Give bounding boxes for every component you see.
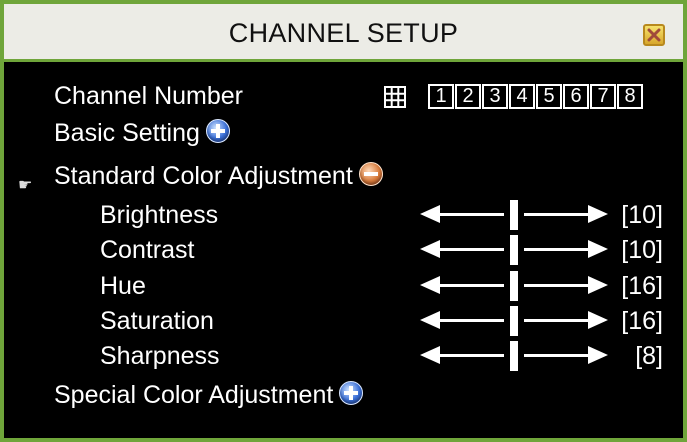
grid-view-icon[interactable] xyxy=(384,86,406,108)
brightness-value: [10] xyxy=(621,201,663,229)
hue-value: [16] xyxy=(621,272,663,300)
channel-button-4[interactable]: 4 xyxy=(509,84,535,109)
channel-button-3[interactable]: 3 xyxy=(482,84,508,109)
basic-setting-label: Basic Setting xyxy=(54,119,200,147)
hue-label: Hue xyxy=(100,272,146,300)
basic-setting-row[interactable]: Basic Setting xyxy=(54,118,230,148)
brightness-label: Brightness xyxy=(100,201,219,229)
channel-button-2[interactable]: 2 xyxy=(455,84,481,109)
decrease-arrow-icon[interactable] xyxy=(420,346,440,364)
channel-button-6[interactable]: 6 xyxy=(563,84,589,109)
sharpness-label: Sharpness xyxy=(100,342,220,370)
slider-thumb[interactable] xyxy=(510,235,518,265)
saturation-slider[interactable] xyxy=(420,306,608,336)
special-color-row[interactable]: Special Color Adjustment xyxy=(54,380,364,410)
channel-button-8[interactable]: 8 xyxy=(617,84,643,109)
collapse-minus-icon[interactable] xyxy=(358,162,383,186)
contrast-label: Contrast xyxy=(100,236,195,264)
standard-color-label: Standard Color Adjustment xyxy=(54,162,353,190)
increase-arrow-icon[interactable] xyxy=(588,276,608,294)
decrease-arrow-icon[interactable] xyxy=(420,240,440,258)
channel-button-7[interactable]: 7 xyxy=(590,84,616,109)
decrease-arrow-icon[interactable] xyxy=(420,311,440,329)
channel-button-1[interactable]: 1 xyxy=(428,84,454,109)
slider-thumb[interactable] xyxy=(510,341,518,371)
increase-arrow-icon[interactable] xyxy=(588,346,608,364)
standard-color-row[interactable]: Standard Color Adjustment xyxy=(54,161,383,191)
decrease-arrow-icon[interactable] xyxy=(420,205,440,223)
channel-setup-window: CHANNEL SETUP Channel Number 1 2 3 4 5 6… xyxy=(0,0,687,442)
close-button[interactable] xyxy=(643,24,665,46)
hand-pointer-icon: ☛ xyxy=(18,177,33,194)
hue-slider[interactable] xyxy=(420,271,608,301)
expand-plus-icon[interactable] xyxy=(205,119,230,143)
sharpness-slider[interactable] xyxy=(420,341,608,371)
saturation-label: Saturation xyxy=(100,307,214,335)
slider-thumb[interactable] xyxy=(510,306,518,336)
close-icon xyxy=(647,28,661,42)
contrast-value: [10] xyxy=(621,236,663,264)
slider-thumb[interactable] xyxy=(510,200,518,230)
channel-number-label: Channel Number xyxy=(54,82,243,110)
sharpness-value: [8] xyxy=(635,342,663,370)
channel-button-5[interactable]: 5 xyxy=(536,84,562,109)
decrease-arrow-icon[interactable] xyxy=(420,276,440,294)
brightness-slider[interactable] xyxy=(420,200,608,230)
increase-arrow-icon[interactable] xyxy=(588,311,608,329)
channel-buttons: 1 2 3 4 5 6 7 8 xyxy=(428,84,643,109)
title-bar: CHANNEL SETUP xyxy=(4,4,683,62)
saturation-value: [16] xyxy=(621,307,663,335)
slider-thumb[interactable] xyxy=(510,271,518,301)
increase-arrow-icon[interactable] xyxy=(588,240,608,258)
increase-arrow-icon[interactable] xyxy=(588,205,608,223)
expand-plus-icon[interactable] xyxy=(339,381,364,405)
window-title: CHANNEL SETUP xyxy=(228,18,459,48)
contrast-slider[interactable] xyxy=(420,235,608,265)
special-color-label: Special Color Adjustment xyxy=(54,381,334,409)
